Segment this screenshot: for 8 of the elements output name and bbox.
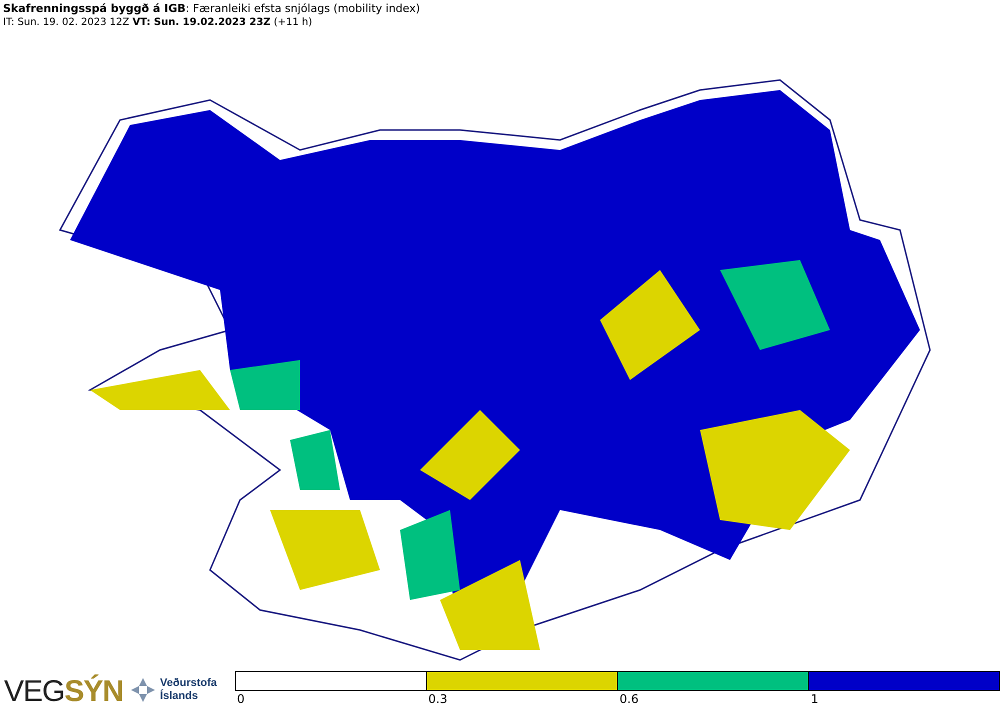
scale-label: 0.3 [428,692,448,706]
scale-label: 1 [810,692,818,706]
map-title: Skafrenningsspá byggð á IGB: Færanleiki efsta snjólags (mobility index) [3,2,420,15]
forecast-time: IT: Sun. 19. 02. 2023 12Z VT: Sun. 19.02.2023 23Z (+11 h) [3,17,312,28]
scale-label: 0 [237,692,245,706]
agency-name: Veðurstofa Íslands [160,677,218,703]
diamond-arrows-icon [129,677,158,703]
scale-label: 0.6 [620,692,639,706]
